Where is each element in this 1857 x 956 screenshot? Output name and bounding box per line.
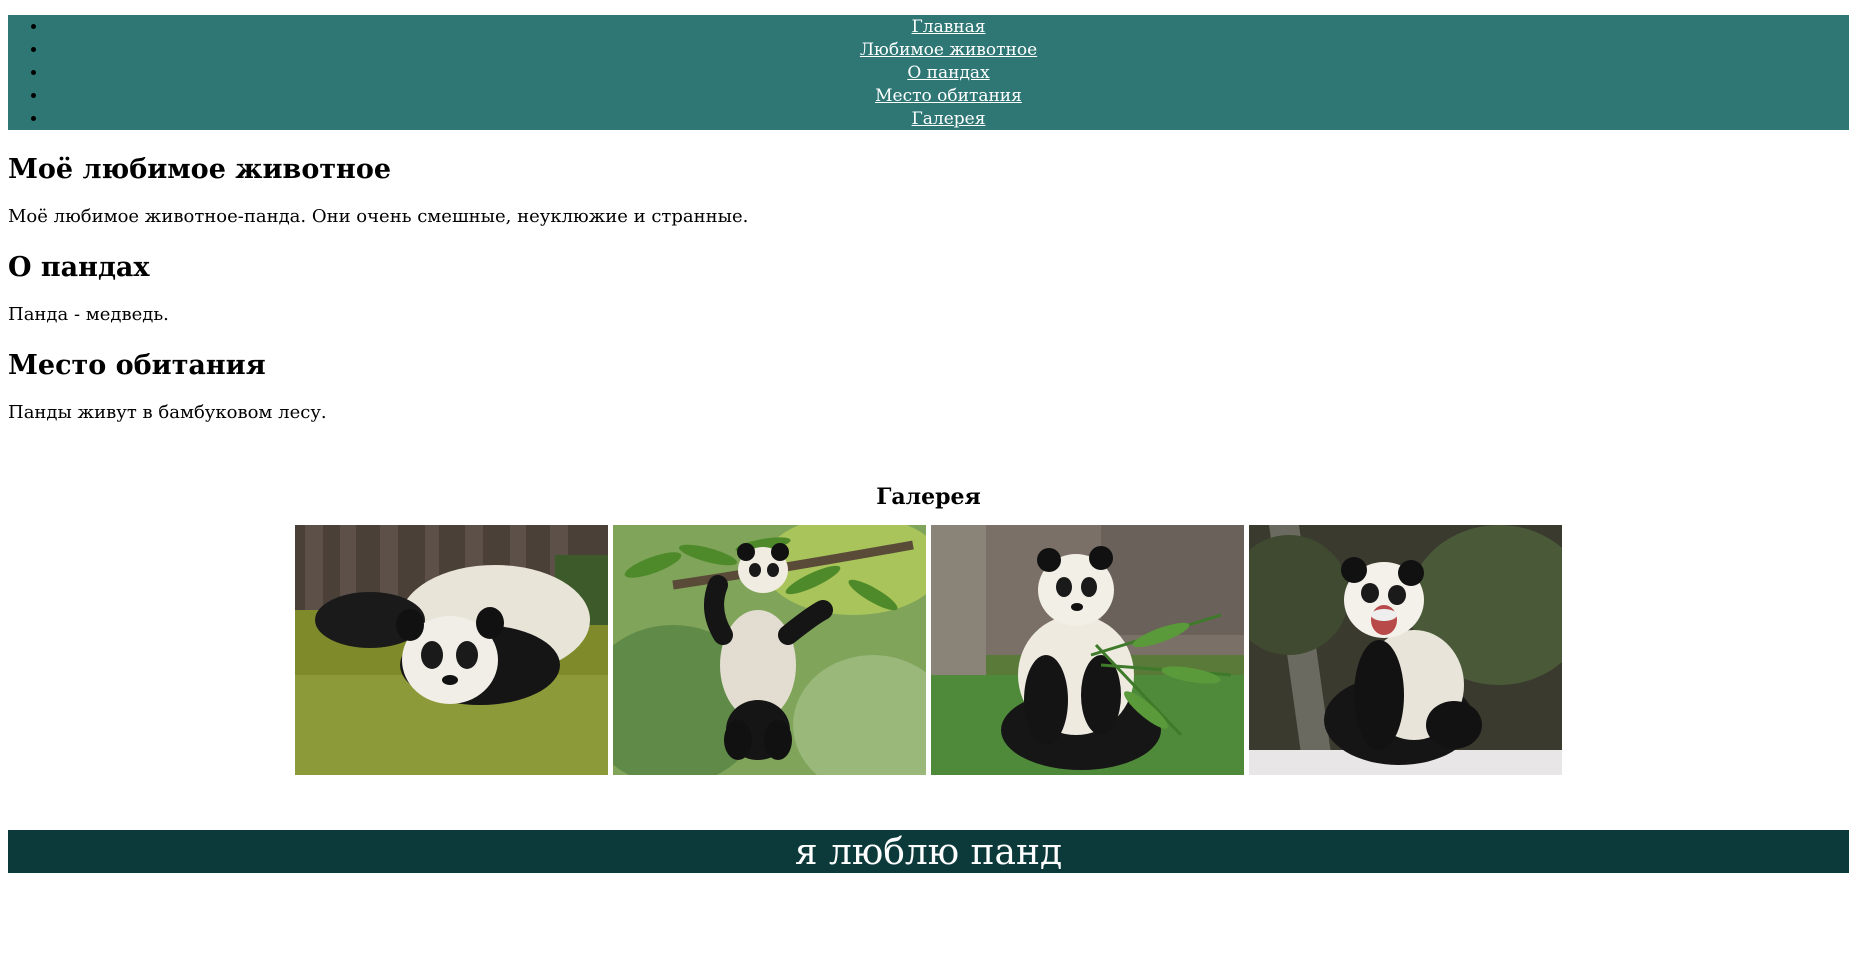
nav-link-favorite-animal[interactable]: Любимое животное bbox=[860, 40, 1037, 60]
gallery-heading: Галерея bbox=[876, 484, 981, 510]
nav-link-home[interactable]: Главная bbox=[912, 17, 986, 37]
nav-item-about-pandas: О пандах bbox=[48, 62, 1849, 85]
panda-eating-bamboo-photo bbox=[931, 525, 1244, 775]
nav-link-habitat[interactable]: Место обитания bbox=[875, 86, 1022, 106]
about-pandas-text: Панда - медведь. bbox=[8, 304, 169, 325]
footer-banner: я люблю панд bbox=[8, 830, 1849, 873]
nav-link-about-pandas[interactable]: О пандах bbox=[907, 63, 989, 83]
nav-item-habitat: Место обитания bbox=[48, 85, 1849, 108]
top-navigation: Главная Любимое животное О пандах Место … bbox=[8, 15, 1849, 130]
footer-text: я люблю панд bbox=[794, 832, 1063, 873]
panda-yawning-photo bbox=[1249, 525, 1562, 775]
nav-item-favorite-animal: Любимое животное bbox=[48, 39, 1849, 62]
nav-list: Главная Любимое животное О пандах Место … bbox=[8, 16, 1849, 131]
nav-item-gallery: Галерея bbox=[48, 108, 1849, 131]
panda-lying-in-water-photo bbox=[295, 525, 608, 775]
gallery-grid bbox=[8, 525, 1849, 775]
favorite-animal-text: Моё любимое животное-панда. Они очень см… bbox=[8, 206, 749, 227]
about-pandas-heading: О пандах bbox=[8, 252, 150, 283]
nav-link-gallery[interactable]: Галерея bbox=[912, 109, 986, 129]
favorite-animal-heading: Моё любимое животное bbox=[8, 154, 392, 185]
nav-item-home: Главная bbox=[48, 16, 1849, 39]
habitat-heading: Место обитания bbox=[8, 350, 266, 381]
habitat-text: Панды живут в бамбуковом лесу. bbox=[8, 402, 327, 423]
panda-hanging-on-branch-photo bbox=[613, 525, 926, 775]
